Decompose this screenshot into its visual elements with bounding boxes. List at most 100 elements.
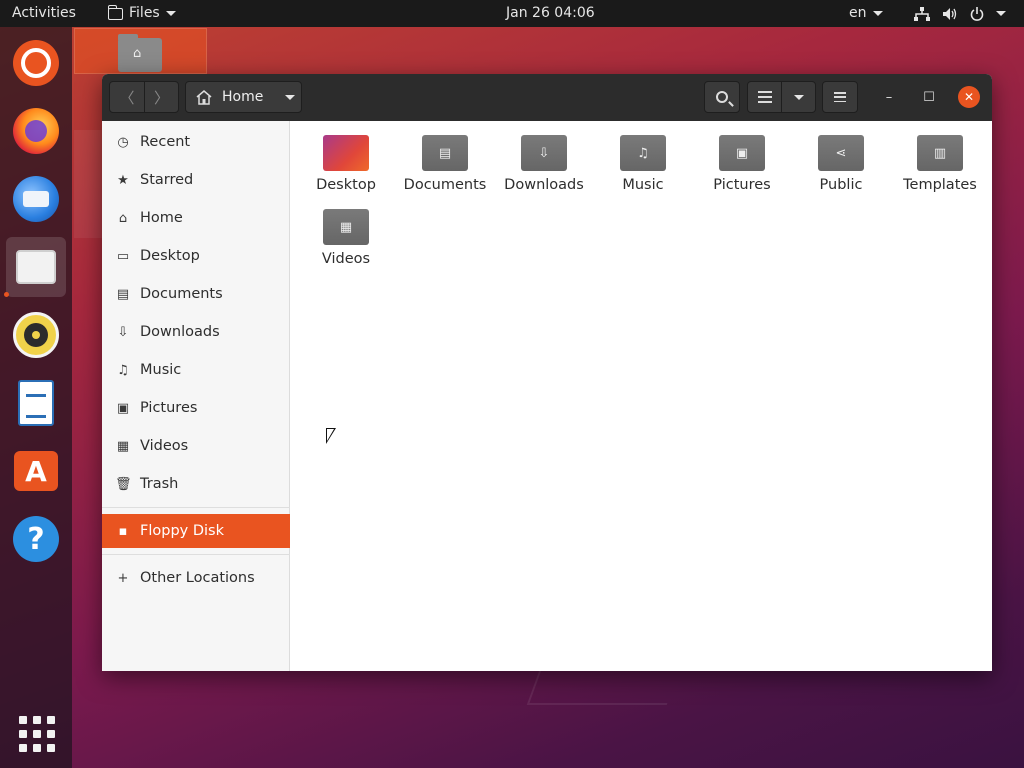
files-app-icon (107, 4, 123, 20)
chevron-right-icon: 〉 (153, 88, 169, 107)
downloads-folder-icon: ⇩ (521, 129, 567, 171)
sidebar-item-desktop[interactable]: ▭ Desktop (102, 239, 290, 273)
minimize-button[interactable]: – (878, 86, 900, 108)
sidebar-item-documents[interactable]: ▤ Documents (102, 277, 290, 311)
dock-ubuntu[interactable] (6, 33, 66, 93)
dock-rhythmbox[interactable] (6, 305, 66, 365)
chevron-down-icon (872, 11, 883, 16)
folder-label: Templates (903, 177, 977, 193)
thunderbird-icon (13, 176, 59, 222)
clock-icon: ◷ (117, 134, 129, 150)
sidebar-item-videos[interactable]: ▦ Videos (102, 429, 290, 463)
path-bar-home[interactable]: Home (185, 81, 302, 113)
folder-downloads[interactable]: ⇩ Downloads (496, 125, 592, 193)
firefox-icon (13, 108, 59, 154)
language-indicator[interactable]: en (849, 0, 883, 27)
sidebar-item-other-locations[interactable]: + Other Locations (102, 561, 290, 595)
header-bar: 〈 〉 Home – ☐ ✕ (102, 74, 992, 121)
back-button[interactable]: 〈 (109, 81, 145, 113)
chevron-down-icon (285, 94, 296, 100)
files-window: 〈 〉 Home – ☐ ✕ ◷ Recent ★ Starred ⌂ Home… (102, 74, 992, 671)
templates-folder-icon: ▥ (917, 129, 963, 171)
maximize-button[interactable]: ☐ (918, 86, 940, 108)
sidebar-item-floppy-disk[interactable]: ▪ Floppy Disk (102, 514, 290, 548)
clock[interactable]: Jan 26 04:06 (506, 0, 595, 27)
dock-firefox[interactable] (6, 101, 66, 161)
close-button[interactable]: ✕ (958, 86, 980, 108)
list-view-button[interactable] (747, 81, 782, 113)
desktop-icon: ▭ (116, 248, 130, 264)
dock-show-applications[interactable] (6, 703, 66, 763)
view-options-button[interactable] (781, 81, 816, 113)
sidebar-item-recent[interactable]: ◷ Recent (102, 125, 290, 159)
app-menu-files[interactable]: Files (107, 0, 176, 27)
sidebar-item-home[interactable]: ⌂ Home (102, 201, 290, 235)
folder-templates[interactable]: ▥ Templates (892, 125, 988, 193)
folder-pictures[interactable]: ▣ Pictures (694, 125, 790, 193)
mouse-pointer (326, 428, 336, 444)
desktop-folder-icon (323, 129, 369, 171)
home-icon (196, 89, 212, 105)
music-icon: ♫ (117, 362, 129, 378)
folder-label: Documents (403, 177, 487, 193)
list-view-icon (757, 91, 772, 103)
sidebar-item-downloads[interactable]: ⇩ Downloads (102, 315, 290, 349)
close-icon: ✕ (963, 90, 975, 104)
hamburger-menu-icon (834, 92, 846, 102)
dock: A ? (0, 27, 72, 768)
folder-label: Music (622, 177, 664, 193)
sidebar-item-starred[interactable]: ★ Starred (102, 163, 290, 197)
folder-public[interactable]: ⋖ Public (793, 125, 889, 193)
folder-desktop[interactable]: Desktop (298, 125, 394, 193)
dock-thunderbird[interactable] (6, 169, 66, 229)
chevron-down-icon (793, 94, 804, 100)
forward-button[interactable]: 〉 (144, 81, 179, 113)
running-indicator (4, 292, 9, 297)
document-icon: ▤ (116, 286, 130, 302)
plus-icon: + (117, 570, 129, 586)
dock-software-store[interactable]: A (6, 441, 66, 501)
desktop-wallpaper-shape (526, 665, 682, 705)
places-sidebar: ◷ Recent ★ Starred ⌂ Home ▭ Desktop ▤ Do… (102, 121, 290, 671)
power-icon (970, 6, 984, 21)
folder-documents[interactable]: ▤ Documents (397, 125, 493, 193)
sidebar-item-pictures[interactable]: ▣ Pictures (102, 391, 290, 425)
sidebar-item-music[interactable]: ♫ Music (102, 353, 290, 387)
sidebar-item-label: Floppy Disk (140, 523, 224, 539)
sidebar-item-label: Desktop (140, 248, 200, 264)
dock-files[interactable] (6, 237, 66, 297)
search-icon (716, 91, 728, 103)
language-label: en (849, 5, 867, 21)
file-view[interactable]: Desktop ▤ Documents ⇩ Downloads ♫ Music … (291, 121, 992, 671)
sidebar-item-label: Trash (140, 476, 179, 492)
sidebar-item-label: Home (140, 210, 183, 226)
folder-music[interactable]: ♫ Music (595, 125, 691, 193)
pictures-folder-icon: ▣ (719, 129, 765, 171)
maximize-icon: ☐ (923, 89, 935, 105)
documents-folder-icon: ▤ (422, 129, 468, 171)
folder-label: Downloads (504, 177, 584, 193)
chevron-down-icon (165, 11, 176, 16)
activities-button[interactable]: Activities (12, 0, 76, 27)
videos-folder-icon: ▦ (323, 203, 369, 245)
dock-help[interactable]: ? (6, 509, 66, 569)
volume-icon (943, 7, 957, 20)
sidebar-divider (102, 507, 290, 508)
floppy-icon: ▪ (118, 523, 128, 539)
folder-videos[interactable]: ▦ Videos (298, 199, 394, 267)
desktop-home-folder-icon[interactable]: ⌂ (118, 34, 162, 72)
dock-libreoffice-writer[interactable] (6, 373, 66, 433)
app-menu-label: Files (129, 5, 160, 21)
sidebar-item-label: Recent (140, 134, 191, 150)
search-button[interactable] (704, 81, 740, 113)
main-menu-button[interactable] (822, 81, 858, 113)
music-folder-icon: ♫ (620, 129, 666, 171)
libreoffice-writer-icon (18, 380, 54, 426)
picture-icon: ▣ (116, 400, 130, 416)
system-status-menu[interactable] (914, 0, 1006, 27)
sidebar-item-label: Pictures (140, 400, 198, 416)
trash-icon: 🗑 (115, 476, 132, 492)
chevron-down-icon (996, 11, 1006, 16)
sidebar-item-trash[interactable]: 🗑 Trash (102, 467, 290, 501)
sidebar-item-label: Other Locations (140, 570, 255, 586)
